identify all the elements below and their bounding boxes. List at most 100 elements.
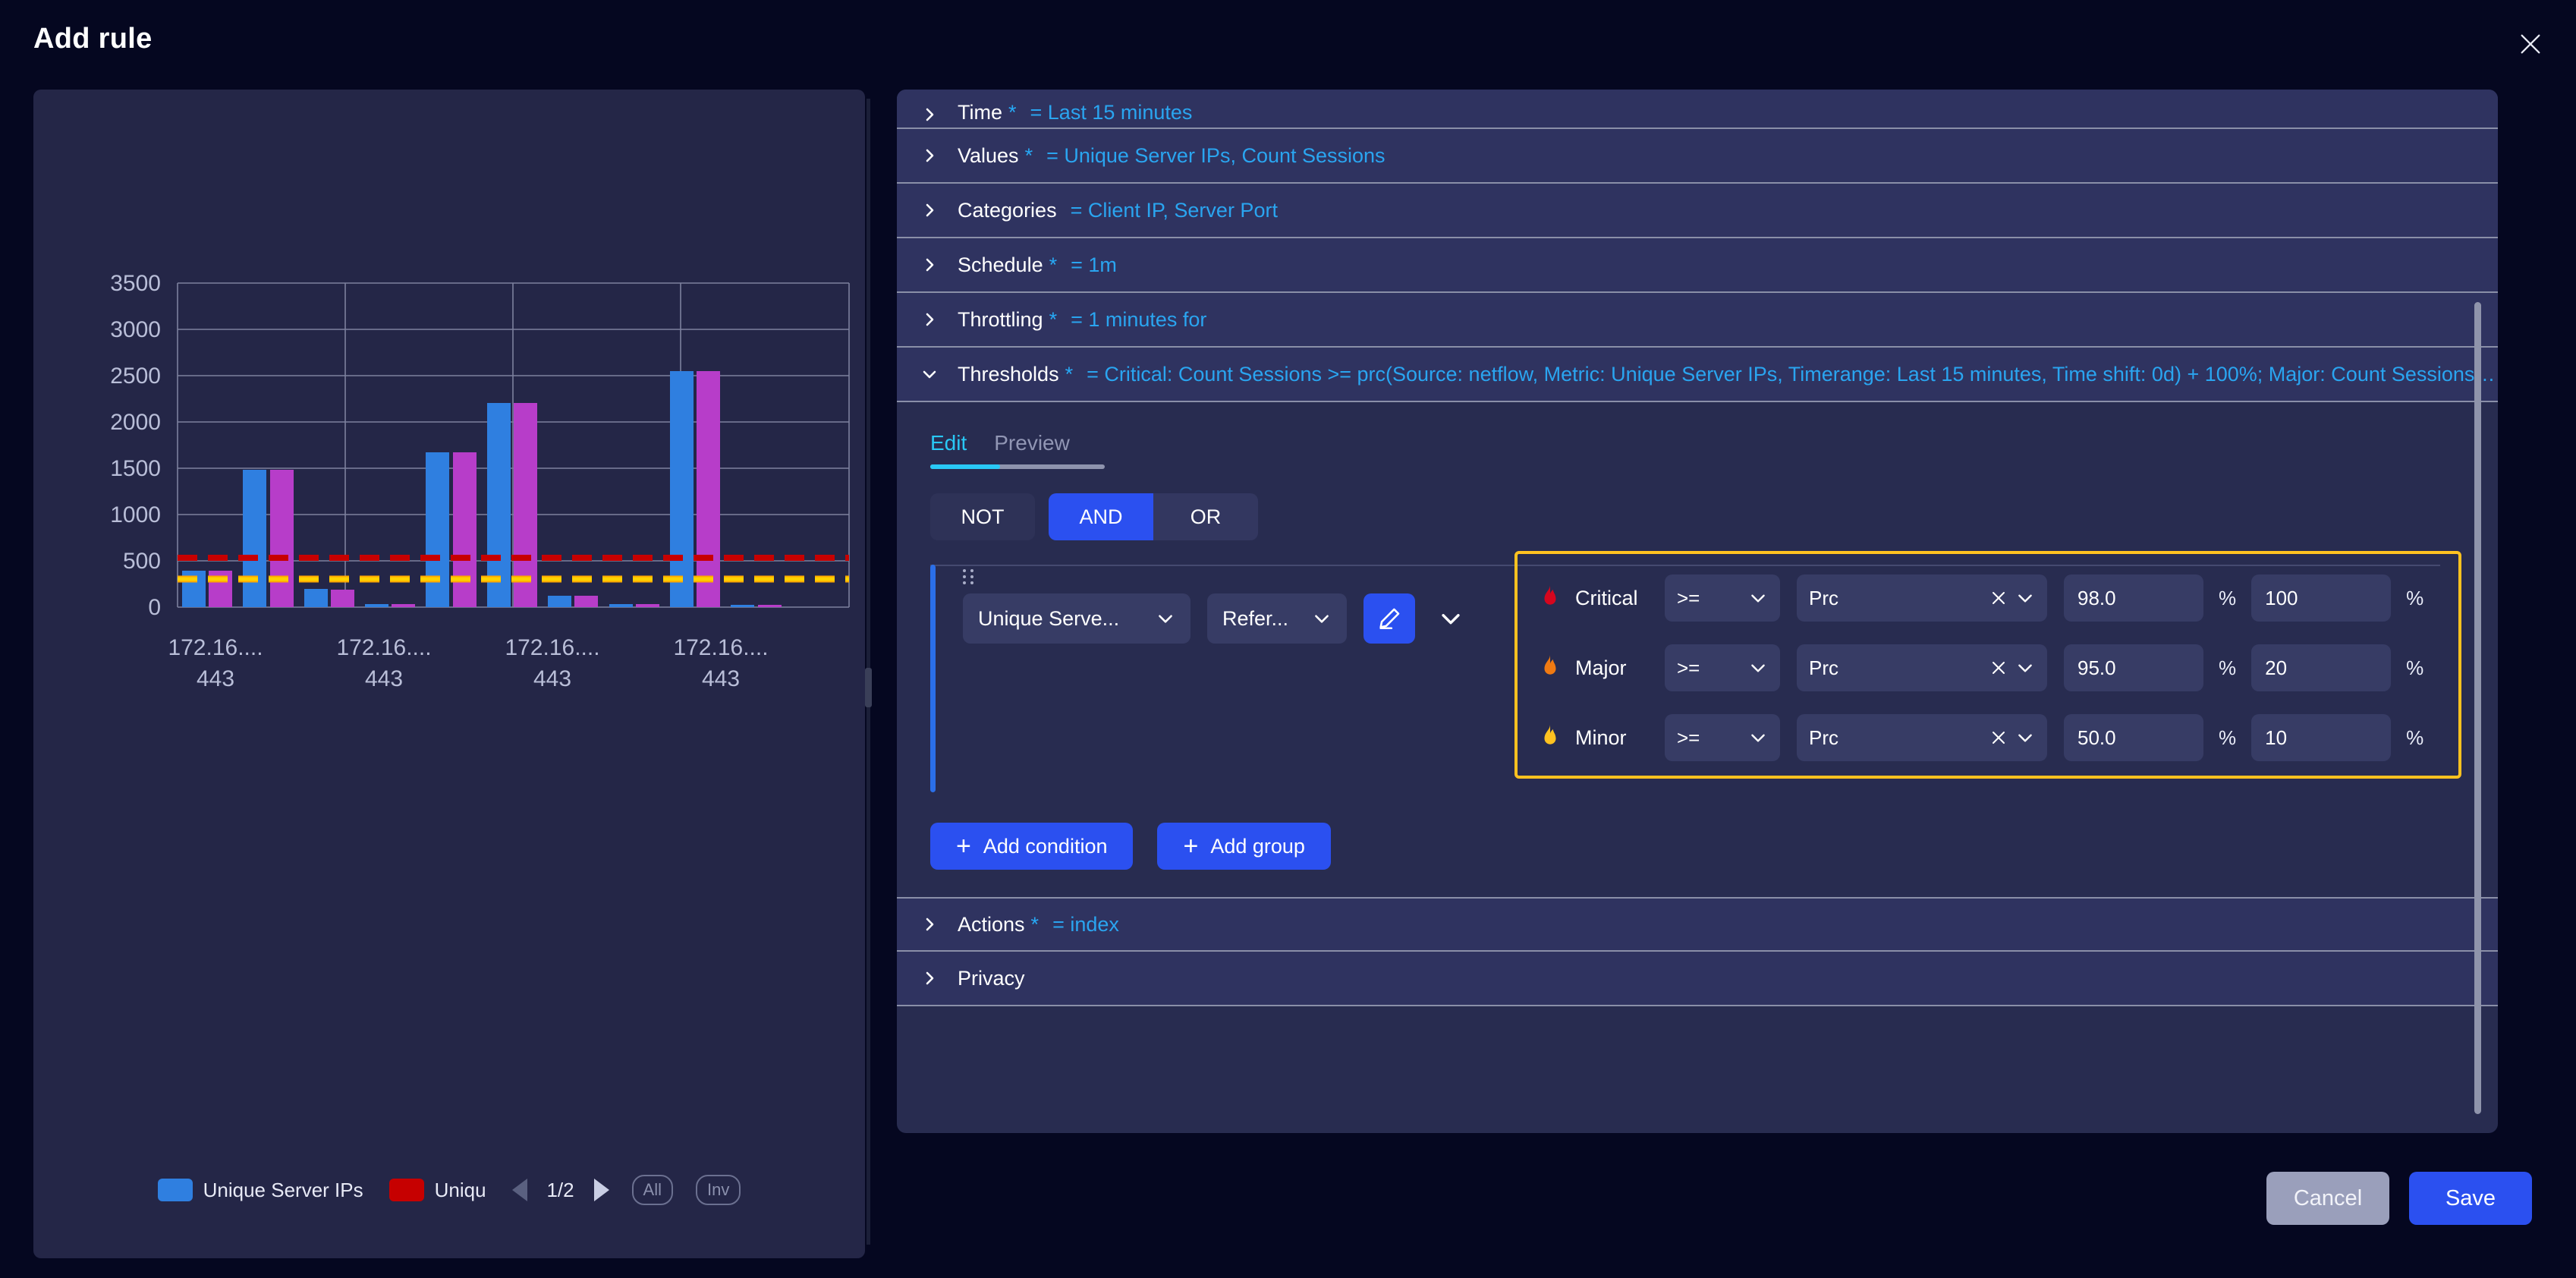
- accordion-value: = 1m: [1071, 253, 1117, 276]
- required-asterisk: *: [1049, 253, 1058, 276]
- accordion-value: = Critical: Count Sessions >= prc(Source…: [1087, 362, 2498, 386]
- chart-panel: 3500 3000 2500 2000 1500 1000 500 0 172.…: [33, 90, 865, 1258]
- condition-row: Unique Serve... Refer... Critical >= Prc…: [930, 551, 2463, 792]
- accordion-label: Thresholds: [958, 362, 1059, 386]
- chevron-down-icon: [1315, 615, 1329, 623]
- reference-select-value: Refer...: [1222, 606, 1289, 630]
- chevron-down-icon: [1159, 615, 1172, 623]
- accordion-value: = Last 15 minutes: [1030, 101, 1193, 124]
- threshold-operator-select[interactable]: >=: [1665, 644, 1780, 691]
- threshold-row-major: Major >= Prc 95.0 % 20 %: [1518, 633, 2458, 703]
- accordion-row-privacy[interactable]: Privacy: [897, 952, 2498, 1006]
- threshold-function-select[interactable]: Prc: [1797, 574, 2047, 622]
- accordion-label: Throttling: [958, 307, 1043, 331]
- required-asterisk: *: [1065, 362, 1074, 386]
- svg-text:0: 0: [148, 595, 161, 620]
- required-asterisk: *: [1008, 101, 1017, 124]
- panel-scrollbar[interactable]: [2474, 302, 2481, 1114]
- chevron-down-icon: [1751, 734, 1765, 742]
- threshold-percentile-input[interactable]: 98.0: [2064, 574, 2203, 622]
- accordion-row-actions[interactable]: Actions * = index: [897, 897, 2498, 952]
- threshold-function-value: Prc: [1809, 656, 1838, 679]
- add-condition-button[interactable]: + Add condition: [930, 823, 1134, 870]
- svg-text:1000: 1000: [110, 502, 161, 527]
- pencil-icon: [1379, 608, 1400, 630]
- percent-sign: %: [2219, 726, 2237, 749]
- accordion-row-thresholds[interactable]: Thresholds * = Critical: Count Sessions …: [897, 348, 2498, 402]
- accordion-value: = Unique Server IPs, Count Sessions: [1046, 143, 1386, 167]
- svg-text:1500: 1500: [110, 456, 161, 481]
- logic-not-button[interactable]: NOT: [930, 493, 1035, 540]
- threshold-function-select[interactable]: Prc: [1797, 644, 2047, 691]
- threshold-operator-select[interactable]: >=: [1665, 574, 1780, 622]
- thresholds-group: Critical >= Prc 98.0 % 100 % Major >= Pr…: [1514, 551, 2461, 779]
- condition-area: Unique Serve... Refer... Critical >= Prc…: [930, 551, 2463, 792]
- accordion-row-time[interactable]: Time * = Last 15 minutes: [897, 90, 2498, 129]
- svg-text:172.16....: 172.16....: [336, 635, 431, 660]
- bar-chart: 3500 3000 2500 2000 1500 1000 500 0 172.…: [33, 90, 865, 1175]
- clear-icon: [1993, 592, 2005, 604]
- edit-condition-button[interactable]: [1363, 593, 1415, 644]
- logic-or-button[interactable]: OR: [1153, 493, 1258, 540]
- threshold-offset-input[interactable]: 100: [2251, 574, 2392, 622]
- svg-text:443: 443: [533, 666, 571, 691]
- accordion-row-values[interactable]: Values * = Unique Server IPs, Count Sess…: [897, 129, 2498, 184]
- drag-handle-icon[interactable]: [963, 569, 980, 586]
- reference-select[interactable]: Refer...: [1207, 593, 1347, 644]
- modal-footer: Cancel Save: [0, 1134, 2576, 1278]
- panel-resize-handle[interactable]: [865, 99, 873, 1245]
- threshold-offset-input[interactable]: 10: [2251, 714, 2392, 761]
- threshold-row-minor: Minor >= Prc 50.0 % 10 %: [1518, 703, 2458, 773]
- tab-edit[interactable]: Edit: [930, 431, 967, 461]
- threshold-percentile-input[interactable]: 95.0: [2064, 644, 2203, 691]
- logic-and-button[interactable]: AND: [1049, 493, 1153, 540]
- percent-sign: %: [2406, 656, 2424, 679]
- cancel-button[interactable]: Cancel: [2266, 1172, 2389, 1225]
- add-condition-label: Add condition: [983, 834, 1108, 858]
- thresholds-editor: Edit Preview NOT AND OR Unique Serve... …: [897, 431, 2498, 870]
- add-group-button[interactable]: + Add group: [1157, 823, 1331, 870]
- accordion-label: Privacy: [958, 966, 1025, 990]
- tab-preview[interactable]: Preview: [994, 431, 1070, 461]
- threshold-percentile-input[interactable]: 50.0: [2064, 714, 2203, 761]
- chevron-right-icon: [920, 914, 939, 934]
- chevron-down-icon: [1751, 594, 1765, 603]
- svg-text:172.16....: 172.16....: [673, 635, 768, 660]
- chevron-down-icon: [2018, 594, 2032, 603]
- threshold-offset-value: 100: [2265, 586, 2298, 609]
- threshold-operator-select[interactable]: >=: [1665, 714, 1780, 761]
- svg-text:2500: 2500: [110, 364, 161, 389]
- accordion-row-categories[interactable]: Categories = Client IP, Server Port: [897, 184, 2498, 238]
- threshold-severity-label: Critical: [1575, 586, 1638, 609]
- accordion-label: Actions: [958, 912, 1025, 936]
- threshold-offset-input[interactable]: 20: [2251, 644, 2392, 691]
- chevron-right-icon: [920, 255, 939, 275]
- threshold-offset-value: 20: [2265, 656, 2288, 679]
- accordion-row-throttling[interactable]: Throttling * = 1 minutes for: [897, 293, 2498, 348]
- expand-condition-icon: [1442, 614, 1460, 625]
- threshold-operator-value: >=: [1677, 726, 1700, 749]
- modal-header: Add rule: [0, 0, 2576, 90]
- divider-grip[interactable]: [865, 668, 872, 707]
- accordion-label: Values: [958, 143, 1019, 167]
- svg-text:443: 443: [702, 666, 740, 691]
- add-group-label: Add group: [1210, 834, 1305, 858]
- close-icon[interactable]: [2511, 24, 2550, 64]
- metric-select-value: Unique Serve...: [978, 606, 1120, 630]
- accordion-row-schedule[interactable]: Schedule * = 1m: [897, 238, 2498, 293]
- accordion-value: = index: [1052, 912, 1119, 936]
- chevron-right-icon: [920, 200, 939, 220]
- page-title: Add rule: [33, 23, 153, 55]
- percent-sign: %: [2219, 586, 2237, 609]
- threshold-function-select[interactable]: Prc: [1797, 714, 2047, 761]
- svg-text:443: 443: [197, 666, 234, 691]
- threshold-operator-value: >=: [1677, 586, 1700, 609]
- threshold-percentile-value: 50.0: [2077, 726, 2116, 749]
- accordion-label: Time: [958, 101, 1002, 124]
- metric-select[interactable]: Unique Serve...: [963, 593, 1190, 644]
- clear-icon: [1993, 662, 2005, 674]
- chevron-right-icon: [920, 105, 939, 124]
- save-button[interactable]: Save: [2409, 1172, 2532, 1225]
- threshold-percentile-value: 98.0: [2077, 586, 2116, 609]
- chevron-right-icon: [920, 310, 939, 329]
